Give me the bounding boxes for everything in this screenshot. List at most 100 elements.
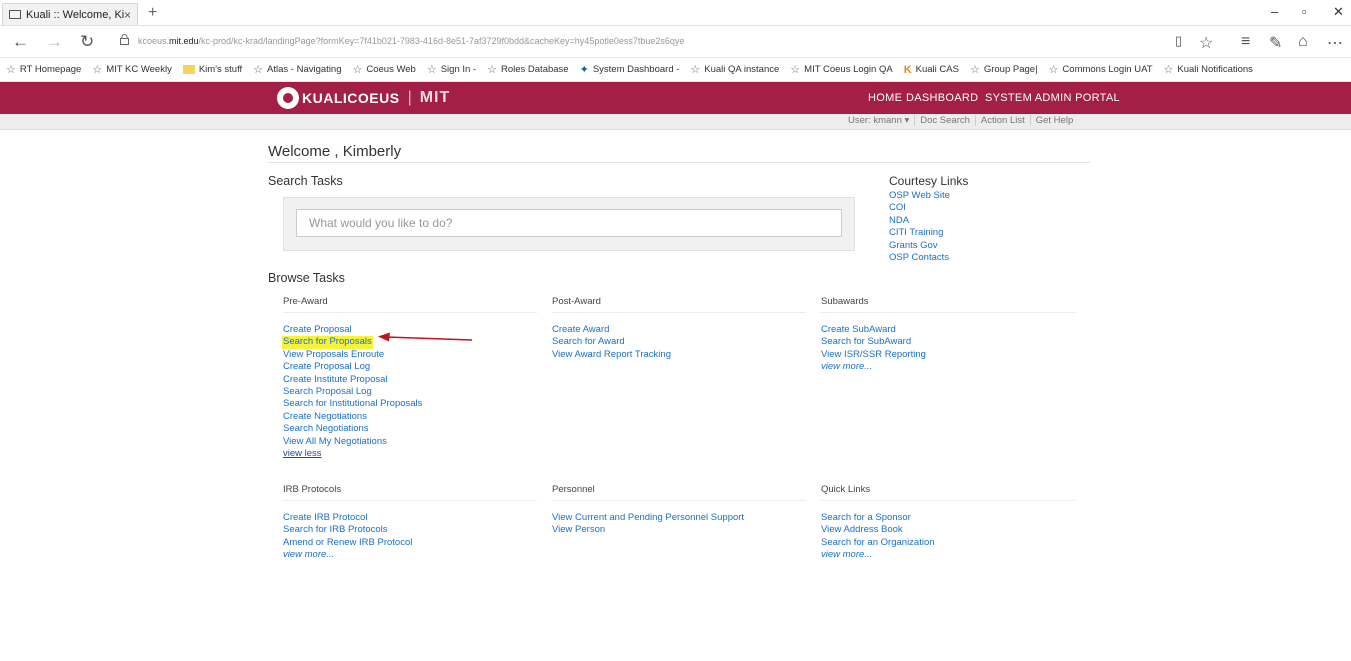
task-link[interactable]: View Proposals Enroute (283, 349, 537, 361)
user-bar: User: kmann ▾ Doc Search Action List Get… (0, 114, 1351, 130)
doc-search-link[interactable]: Doc Search (914, 115, 975, 126)
bookmark[interactable]: ☆ Coeus Web (353, 63, 416, 76)
refresh-icon[interactable]: ↻ (80, 32, 94, 52)
kuali-icon: K (903, 63, 912, 76)
task-link[interactable]: Search Proposal Log (283, 386, 537, 398)
star-icon: ☆ (1163, 64, 1174, 76)
task-link[interactable]: Search for an Organization (821, 537, 1075, 549)
star-icon: ☆ (969, 64, 980, 76)
section-title: Subawards (821, 296, 1075, 313)
section-title: Quick Links (821, 484, 1075, 501)
task-link[interactable]: View ISR/SSR Reporting (821, 349, 1075, 361)
browser-tab-bar: Kuali :: Welcome, Kimbe × + – ▫ ✕ (0, 0, 1351, 26)
nav-system-admin-portal[interactable]: SYSTEM ADMIN PORTAL (985, 92, 1120, 104)
forward-icon[interactable]: → (46, 32, 63, 52)
courtesy-link[interactable]: OSP Contacts (889, 252, 968, 264)
task-link[interactable]: Amend or Renew IRB Protocol (283, 537, 537, 549)
task-link[interactable]: Search for IRB Protocols (283, 524, 537, 536)
task-link[interactable]: Search for SubAward (821, 336, 1075, 348)
task-link[interactable]: Search Negotiations (283, 423, 537, 435)
personnel-section: Personnel View Current and Pending Perso… (552, 484, 806, 537)
courtesy-links-heading: Courtesy Links (889, 174, 969, 188)
courtesy-link[interactable]: COI (889, 202, 968, 214)
tab-close-icon[interactable]: × (124, 8, 131, 22)
kuali-logo-icon (277, 87, 299, 109)
task-link[interactable]: View Address Book (821, 524, 1075, 536)
bookmark[interactable]: ☆ Kuali Notifications (1164, 63, 1253, 76)
subawards-section: Subawards Create SubAward Search for Sub… (821, 296, 1075, 374)
more-icon[interactable]: ⋯ (1327, 33, 1343, 53)
courtesy-link[interactable]: CITI Training (889, 227, 968, 239)
view-less-link[interactable]: view less (283, 448, 537, 460)
folder-icon (182, 65, 195, 74)
action-list-link[interactable]: Action List (974, 115, 1030, 126)
annotation-arrow-icon (378, 332, 473, 342)
task-link[interactable]: Search for a Sponsor (821, 512, 1075, 524)
task-link[interactable]: Create Negotiations (283, 411, 537, 423)
task-link[interactable]: Create Institute Proposal (283, 374, 537, 386)
kuali-coeus-logo[interactable]: KUALICOEUS | MIT (277, 87, 450, 109)
view-more-link[interactable]: view more... (283, 549, 537, 561)
view-more-link[interactable]: view more... (821, 549, 1075, 561)
bookmark[interactable]: ☆ RT Homepage (6, 63, 81, 76)
bookmark[interactable]: ☆ Sign In - (427, 63, 476, 76)
task-link[interactable]: Create SubAward (821, 324, 1075, 336)
courtesy-link[interactable]: NDA (889, 215, 968, 227)
star-icon: ☆ (1048, 64, 1059, 76)
welcome-heading: Welcome , Kimberly (268, 143, 402, 160)
quick-links-section: Quick Links Search for a Sponsor View Ad… (821, 484, 1075, 562)
bookmark[interactable]: ☆ Group Page| (970, 63, 1038, 76)
task-link[interactable]: Search for Institutional Proposals (283, 398, 537, 410)
favorite-star-icon[interactable]: ☆ (1199, 33, 1213, 53)
maximize-icon[interactable]: ▫ (1302, 4, 1307, 19)
task-link[interactable]: Create Proposal Log (283, 361, 537, 373)
section-title: Pre-Award (283, 296, 537, 313)
search-tasks-input[interactable] (296, 209, 842, 237)
star-icon: ☆ (6, 64, 16, 76)
bookmark[interactable]: ☆ Roles Database (487, 63, 568, 76)
task-link[interactable]: View Current and Pending Personnel Suppo… (552, 512, 806, 524)
pin-icon: ✦ (579, 64, 589, 76)
bookmark[interactable]: ☆ MIT Coeus Login QA (790, 63, 892, 76)
reading-view-icon[interactable]: ▯ (1175, 33, 1182, 49)
bookmark[interactable]: ☆ Commons Login UAT (1049, 63, 1153, 76)
courtesy-links: Courtesy Links OSP Web Site COI NDA CITI… (889, 174, 968, 264)
bookmark[interactable]: K Kuali CAS (904, 64, 959, 76)
address-bar: ← → ↻ kcoeus.mit.edu/kc-prod/kc-krad/lan… (0, 26, 1351, 58)
task-link[interactable]: View Person (552, 524, 806, 536)
task-link[interactable]: Search for Award (552, 336, 806, 348)
irb-protocols-section: IRB Protocols Create IRB Protocol Search… (283, 484, 537, 562)
bookmark[interactable]: ☆ Kuali QA instance (690, 63, 779, 76)
new-tab-button[interactable]: + (148, 4, 157, 22)
star-icon: ☆ (253, 64, 264, 76)
star-icon: ☆ (790, 64, 801, 76)
courtesy-link[interactable]: OSP Web Site (889, 190, 968, 202)
bookmark[interactable]: ☆ Atlas - Navigating (253, 63, 341, 76)
hub-icon[interactable]: ≡ (1241, 33, 1250, 51)
bookmark[interactable]: ✦ System Dashboard - (580, 63, 680, 76)
task-link[interactable]: Create IRB Protocol (283, 512, 537, 524)
lock-icon (120, 34, 129, 45)
user-menu[interactable]: User: kmann ▾ (843, 115, 914, 126)
task-link[interactable]: View All My Negotiations (283, 436, 537, 448)
url-field[interactable]: kcoeus.mit.edu/kc-prod/kc-krad/landingPa… (138, 36, 684, 46)
web-note-icon[interactable]: ✎ (1269, 33, 1282, 53)
bookmark-folder[interactable]: Kim's stuff (182, 64, 242, 75)
share-icon[interactable]: ⌂ (1298, 33, 1308, 51)
browser-tab[interactable]: Kuali :: Welcome, Kimbe × (2, 3, 138, 25)
star-icon: ☆ (690, 64, 701, 76)
nav-home[interactable]: HOME (868, 92, 902, 104)
nav-dashboard[interactable]: DASHBOARD (906, 92, 978, 104)
minimize-icon[interactable]: – (1271, 4, 1278, 19)
back-icon[interactable]: ← (12, 32, 29, 52)
courtesy-link[interactable]: Grants Gov (889, 240, 968, 252)
star-icon: ☆ (487, 64, 497, 76)
close-window-icon[interactable]: ✕ (1333, 4, 1344, 20)
get-help-link[interactable]: Get Help (1029, 115, 1079, 126)
task-link[interactable]: Create Award (552, 324, 806, 336)
highlighted-text: Search for Proposals (282, 336, 373, 349)
bookmark[interactable]: ☆ MIT KC Weekly (92, 63, 172, 76)
task-link[interactable]: View Award Report Tracking (552, 349, 806, 361)
view-more-link[interactable]: view more... (821, 361, 1075, 373)
star-icon: ☆ (352, 64, 363, 76)
